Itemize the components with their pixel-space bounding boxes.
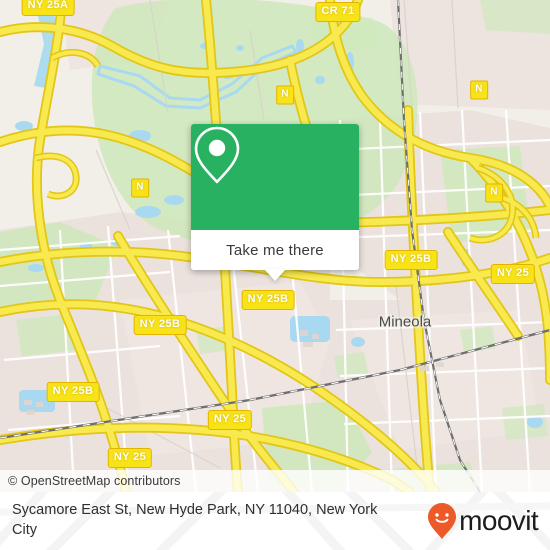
map-attribution-bar: © OpenStreetMap contributors: [0, 470, 550, 492]
footer-content: Sycamore East St, New Hyde Park, NY 1104…: [0, 492, 550, 550]
destination-popup-card[interactable]: Take me there: [191, 124, 359, 281]
address-text: Sycamore East St, New Hyde Park, NY 1104…: [12, 502, 378, 538]
location-pin-icon: [194, 126, 240, 184]
map-screenshot-root: NY 25A CR 71 N N N N NY 25B NY 25 NY 25B NY 25B NY…: [0, 0, 550, 550]
route-shield-ny-25b: NY 25B: [384, 250, 438, 270]
popup-pointer-tail: [264, 269, 286, 281]
popup-action-row[interactable]: Take me there: [191, 230, 359, 281]
route-shield-cr-71: CR 71: [315, 2, 361, 22]
route-shield-ny-25: NY 25: [490, 264, 536, 284]
route-shield-n: N: [485, 183, 503, 203]
route-shield-n: N: [131, 178, 149, 198]
route-shield-n: N: [276, 85, 294, 105]
route-shield-ny-25: NY 25: [207, 410, 253, 430]
place-label-mineola: Mineola: [378, 313, 432, 331]
osm-attribution-text[interactable]: © OpenStreetMap contributors: [8, 474, 181, 488]
route-shield-ny-25: NY 25: [107, 448, 153, 468]
moovit-logo[interactable]: moovit: [427, 502, 539, 540]
moovit-wordmark: moovit: [459, 505, 538, 536]
route-shield-ny-25b: NY 25B: [46, 382, 100, 402]
route-shield-ny-25a: NY 25A: [21, 0, 75, 16]
moovit-smiley-pin-icon: [428, 503, 457, 539]
footer-bar: Sycamore East St, New Hyde Park, NY 1104…: [0, 492, 550, 550]
take-me-there-button[interactable]: Take me there: [226, 242, 324, 259]
route-shield-n: N: [470, 80, 488, 100]
map-canvas[interactable]: NY 25A CR 71 N N N N NY 25B NY 25 NY 25B NY 25B NY…: [0, 0, 550, 492]
route-shield-ny-25b: NY 25B: [133, 315, 187, 335]
popup-pin-panel: [191, 124, 359, 230]
route-shield-ny-25b: NY 25B: [241, 290, 295, 310]
